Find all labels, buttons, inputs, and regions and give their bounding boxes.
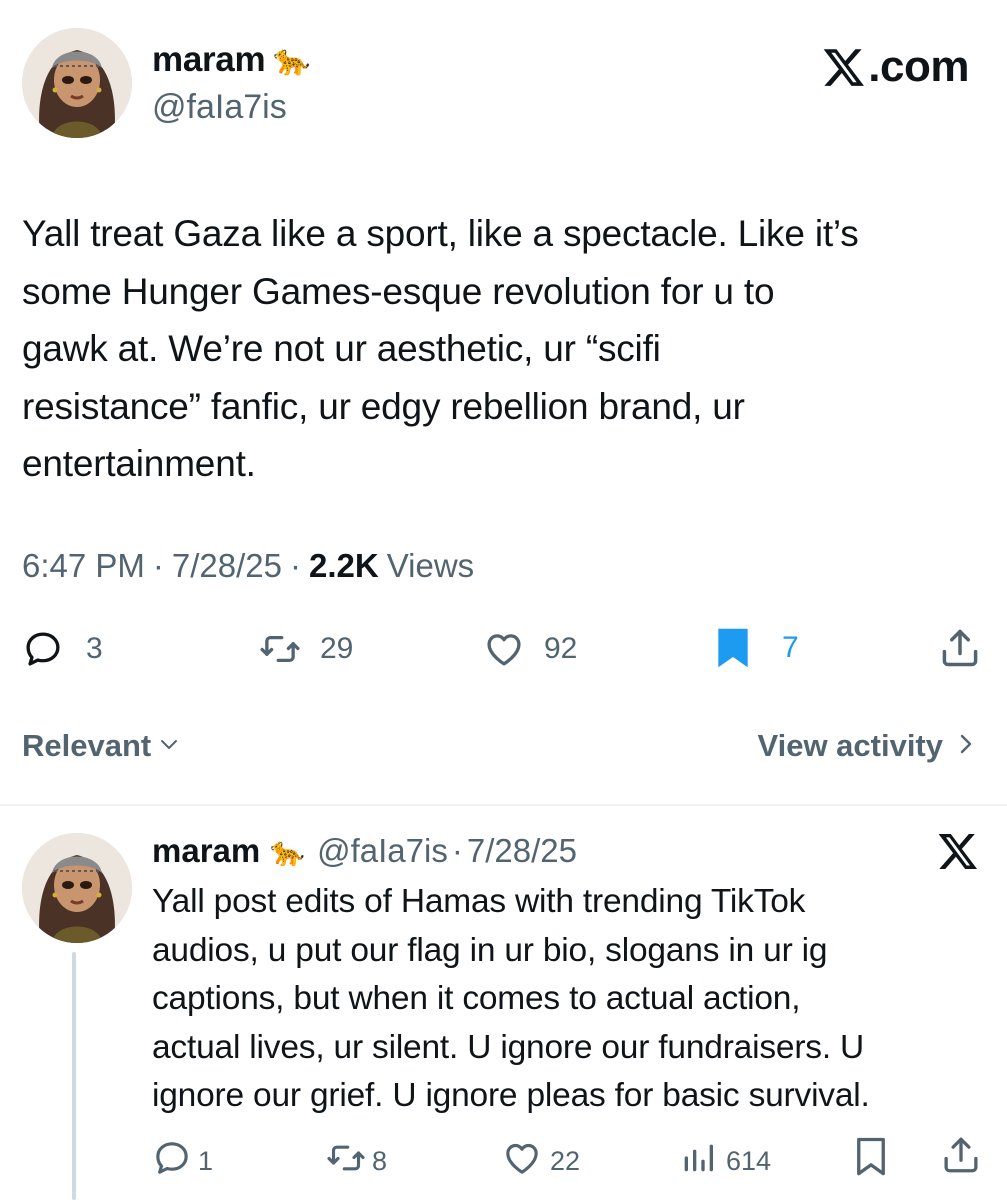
repost-icon [326, 1138, 366, 1185]
leopard-emoji: 🐆 [273, 42, 311, 78]
reply-author-handle[interactable]: @faIa7is [317, 832, 448, 870]
separator-dot: · [451, 832, 463, 869]
share-icon [938, 626, 982, 670]
like-icon [482, 628, 526, 670]
like-count: 22 [550, 1146, 581, 1176]
like-count: 92 [544, 632, 578, 665]
brand-text: .com [868, 42, 969, 91]
x-logo-icon [822, 45, 866, 89]
views-icon [678, 1138, 718, 1185]
reply-text-line: Yall post edits of Hamas with trending T… [152, 883, 806, 920]
leopard-emoji: 🐆 [270, 834, 306, 868]
reply-count: 3 [86, 632, 103, 665]
views-count: 614 [726, 1146, 772, 1176]
repost-button[interactable]: 29 [258, 628, 353, 670]
separator-dot: · [290, 547, 302, 584]
reply-icon [152, 1138, 192, 1185]
tweet-text-line: some Hunger Games-esque revolution for u… [22, 270, 775, 312]
share-button[interactable] [938, 626, 982, 670]
reply-avatar[interactable] [22, 833, 132, 943]
share-icon [940, 1134, 982, 1183]
like-icon [502, 1138, 542, 1185]
sort-label: Relevant [22, 728, 152, 763]
reply-text-line: actual lives, ur silent. U ignore our fu… [152, 1028, 865, 1066]
separator-dot: · [152, 547, 164, 584]
divider [0, 804, 1007, 806]
author-handle[interactable]: @faIa7is [152, 88, 287, 127]
tweet-meta: 6:47 PM · 7/28/25 · 2.2K Views [22, 547, 474, 585]
reply-date[interactable]: 7/28/25 [467, 832, 577, 870]
reply-text: Yall post edits of Hamas with trending T… [152, 878, 982, 1121]
author-name-text: maram [152, 40, 266, 79]
bookmark-icon [852, 1136, 890, 1185]
repost-count: 8 [372, 1146, 388, 1176]
tweet-text-line: entertainment. [22, 443, 256, 484]
reply-share-button[interactable] [940, 1134, 982, 1183]
repost-count: 29 [320, 632, 354, 665]
sort-dropdown[interactable]: Relevant [22, 728, 181, 764]
tweet-text: Yall treat Gaza like a sport, like a spe… [22, 205, 992, 493]
avatar[interactable] [22, 28, 132, 138]
reply-views-button[interactable]: 614 [678, 1138, 771, 1185]
repost-icon [258, 628, 302, 670]
reply-icon [22, 628, 64, 670]
bookmark-icon [714, 626, 752, 670]
reply-author-name[interactable]: maram [152, 832, 260, 870]
reply-header: maram 🐆 @faIa7is · 7/28/25 [152, 832, 577, 870]
tweet-text-line: resistance” fanfic, ur edgy rebellion br… [22, 385, 745, 427]
tweet-time[interactable]: 6:47 PM [22, 547, 145, 585]
tweet-text-line: Yall treat Gaza like a sport, like a spe… [22, 213, 859, 254]
thread-line [72, 952, 76, 1200]
reply-button[interactable]: 3 [22, 628, 103, 670]
chevron-down-icon [157, 728, 181, 764]
tweet-text-line: gawk at. We’re not ur aesthetic, ur “sci… [22, 328, 661, 369]
like-button[interactable]: 92 [482, 628, 577, 670]
reply-text-line: audios, u put our flag in ur bio, slogan… [152, 931, 828, 969]
bookmark-count: 7 [782, 631, 799, 664]
view-activity-label: View activity [757, 728, 943, 763]
x-logo-icon [937, 830, 979, 872]
reply-reply-button[interactable]: 1 [152, 1138, 213, 1185]
author-name[interactable]: maram 🐆 [152, 40, 311, 80]
views-label: Views [386, 547, 475, 584]
brand-watermark: .com [822, 42, 969, 92]
reply-count: 1 [198, 1146, 214, 1176]
reply-text-line: ignore our grief. U ignore pleas for bas… [152, 1077, 870, 1115]
view-activity-link[interactable]: View activity [757, 728, 975, 764]
chevron-right-icon [957, 728, 975, 764]
reply-text-line: captions, but when it comes to actual ac… [152, 980, 801, 1018]
views-count: 2.2K [309, 547, 379, 584]
reply-bookmark-button[interactable] [852, 1136, 890, 1185]
bookmark-button[interactable]: 7 [714, 626, 799, 670]
reply-like-button[interactable]: 22 [502, 1138, 580, 1185]
tweet-date[interactable]: 7/28/25 [172, 547, 282, 585]
reply-repost-button[interactable]: 8 [326, 1138, 387, 1185]
